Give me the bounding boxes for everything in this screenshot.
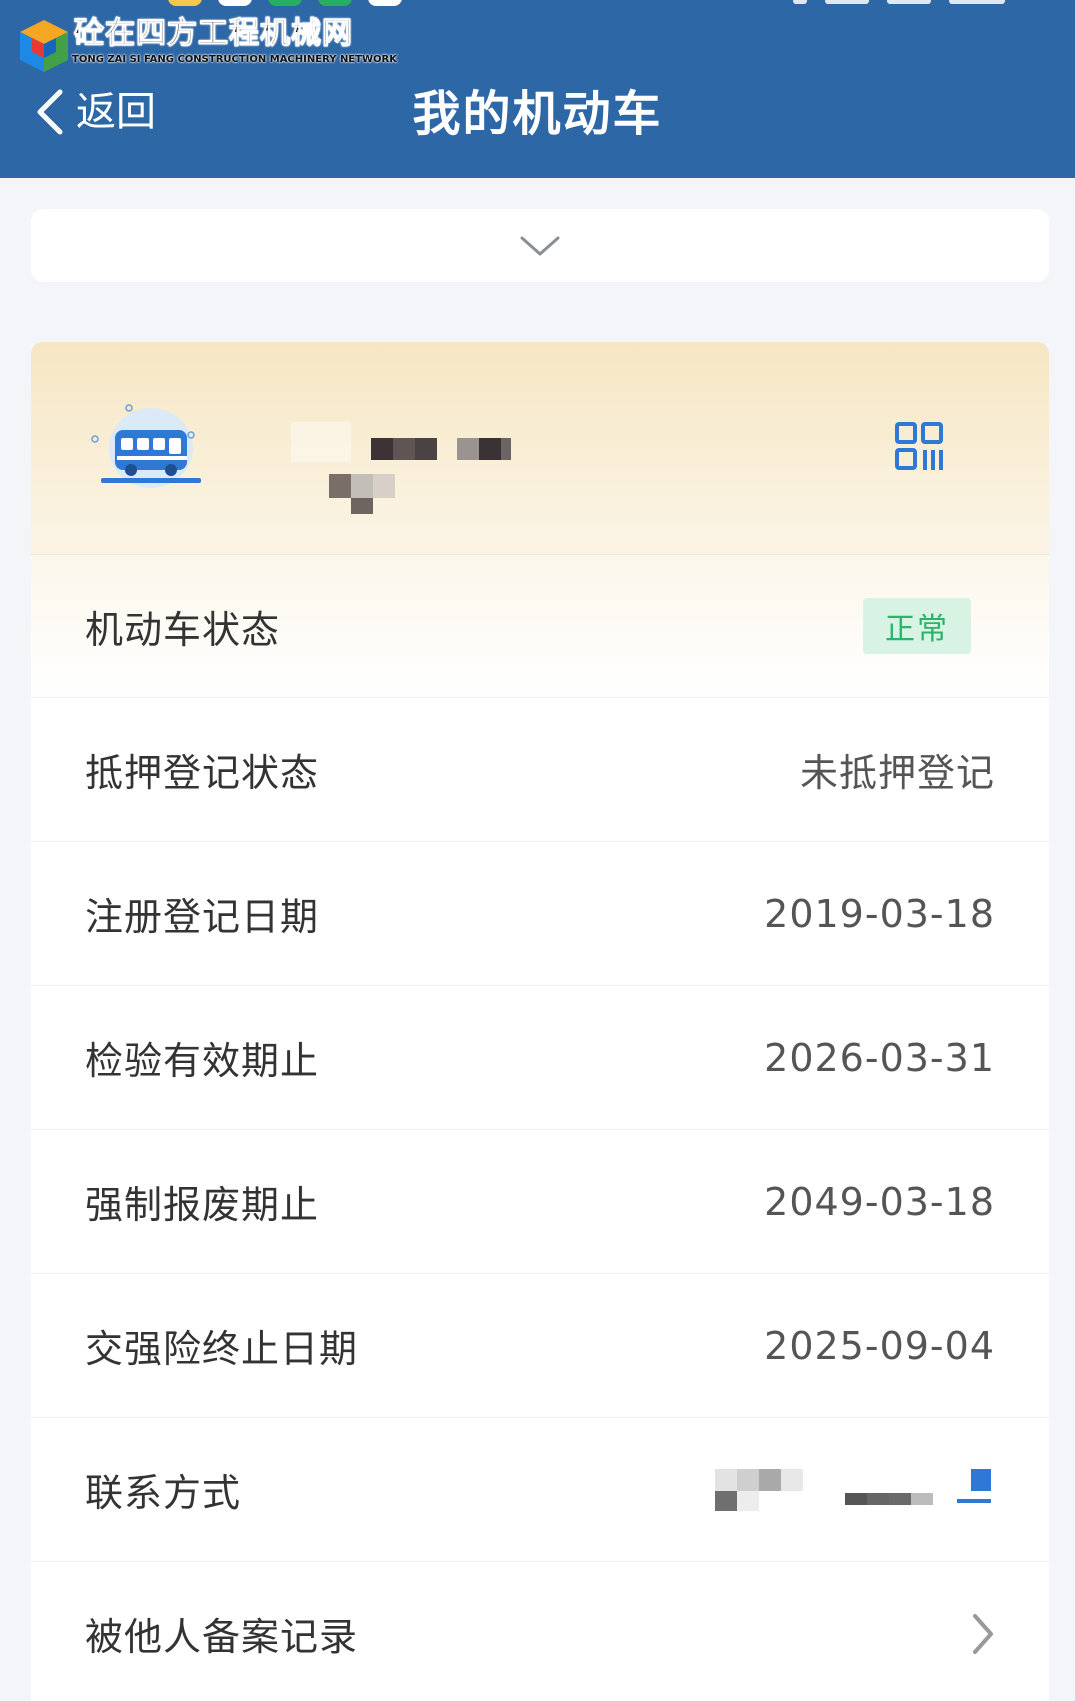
row-scrap-deadline: 强制报废期止 2049-03-18 xyxy=(31,1130,1049,1274)
row-mortgage-status: 抵押登记状态 未抵押登记 xyxy=(31,698,1049,842)
watermark-tagline: TONG ZAI SI FANG CONSTRUCTION MACHINERY … xyxy=(72,54,397,65)
location-icon xyxy=(793,0,807,4)
row-value: 2049-03-18 xyxy=(764,1179,995,1224)
watermark-title: 砼在四方工程机械网 xyxy=(74,16,353,51)
row-filing-records[interactable]: 被他人备案记录 xyxy=(31,1562,1049,1701)
status-badge: 正常 xyxy=(863,598,971,654)
row-value: 2026-03-31 xyxy=(764,1035,995,1080)
page-title: 我的机动车 xyxy=(412,86,663,142)
row-vehicle-status: 机动车状态 正常 xyxy=(31,555,1049,698)
status-bar-system-icons xyxy=(793,0,1005,4)
row-label: 联系方式 xyxy=(85,1471,242,1515)
bus-icon xyxy=(91,402,201,496)
row-label: 被他人备案记录 xyxy=(85,1615,359,1659)
row-label: 注册登记日期 xyxy=(85,895,320,939)
vehicle-card-header xyxy=(31,342,1049,555)
battery-icon xyxy=(949,0,1005,4)
logo-cube-icon xyxy=(20,20,68,72)
vehicle-card: 机动车状态 正常 抵押登记状态 未抵押登记 注册登记日期 2019-03-18 … xyxy=(31,342,1049,1701)
qr-code-icon[interactable] xyxy=(895,422,945,476)
status-app-icon xyxy=(268,0,302,6)
row-value: 2025-09-04 xyxy=(764,1323,995,1368)
row-label: 交强险终止日期 xyxy=(85,1327,359,1371)
signal-icon xyxy=(887,0,931,4)
plate-number-redacted xyxy=(291,422,511,526)
row-label: 强制报废期止 xyxy=(85,1183,320,1227)
status-app-icon xyxy=(368,0,402,6)
watermark-logo: 砼在四方工程机械网 TONG ZAI SI FANG CONSTRUCTION … xyxy=(18,16,397,74)
chevron-down-icon xyxy=(520,236,560,255)
row-insurance-expiry: 交强险终止日期 2025-09-04 xyxy=(31,1274,1049,1418)
row-label: 检验有效期止 xyxy=(85,1039,320,1083)
row-label: 机动车状态 xyxy=(85,607,281,652)
row-value: 未抵押登记 xyxy=(799,751,995,795)
row-value: 2019-03-18 xyxy=(764,891,995,936)
status-bar-app-icons xyxy=(168,0,402,6)
chevron-right-icon xyxy=(973,1613,993,1654)
row-contact: 联系方式 xyxy=(31,1418,1049,1562)
row-registration-date: 注册登记日期 2019-03-18 xyxy=(31,842,1049,986)
status-app-icon xyxy=(318,0,352,6)
status-app-icon xyxy=(168,0,202,6)
status-app-icon xyxy=(218,0,252,6)
expand-toggle[interactable] xyxy=(31,209,1049,282)
row-label: 抵押登记状态 xyxy=(85,751,320,795)
signal-icon xyxy=(825,0,869,4)
app-header: 砼在四方工程机械网 TONG ZAI SI FANG CONSTRUCTION … xyxy=(0,0,1075,178)
row-inspection-expiry: 检验有效期止 2026-03-31 xyxy=(31,986,1049,1130)
contact-redacted xyxy=(695,1465,995,1515)
